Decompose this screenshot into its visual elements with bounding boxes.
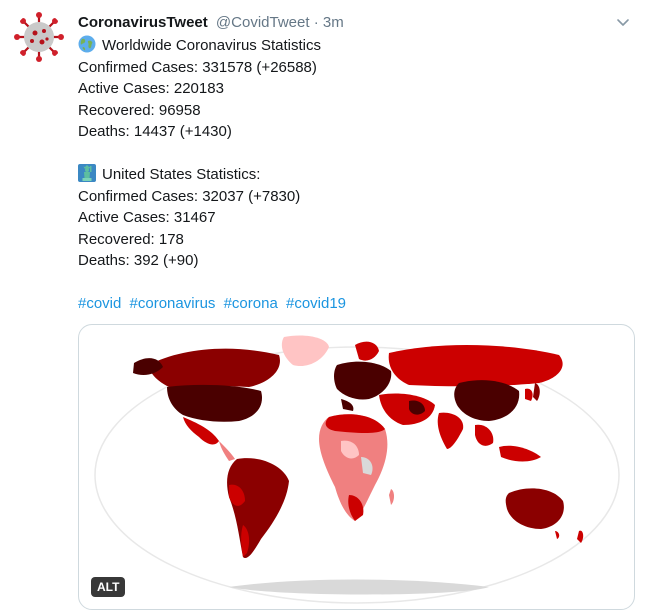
more-options-button[interactable] bbox=[612, 12, 634, 34]
media-image[interactable]: ALT bbox=[78, 324, 635, 610]
tweet-text: Worldwide Coronavirus Statistics Confirm… bbox=[78, 35, 618, 315]
avatar[interactable] bbox=[14, 12, 64, 62]
us-recovered: Recovered: 178 bbox=[78, 230, 184, 248]
hashtag-link[interactable]: #coronavirus bbox=[130, 295, 216, 312]
us-heading: United States Statistics: bbox=[102, 166, 261, 183]
us-confirmed: Confirmed Cases: 32037 (+7830) bbox=[78, 187, 301, 205]
chevron-down-icon bbox=[617, 19, 629, 26]
us-heading-line: United States Statistics: bbox=[78, 164, 618, 186]
tweet-header: CoronavirusTweet @CovidTweet · 3m bbox=[78, 12, 628, 34]
author-handle[interactable]: @CovidTweet bbox=[216, 14, 310, 31]
statue-of-liberty-icon bbox=[78, 164, 96, 182]
separator: · bbox=[313, 14, 319, 31]
timestamp[interactable]: 3m bbox=[323, 14, 344, 31]
globe-icon bbox=[78, 35, 96, 53]
worldwide-active: Active Cases: 220183 bbox=[78, 80, 224, 97]
worldwide-deaths: Deaths: 14437 (+1430) bbox=[78, 123, 232, 140]
us-active: Active Cases: 31467 bbox=[78, 209, 216, 226]
hashtag-link[interactable]: #covid bbox=[78, 295, 121, 312]
virus-avatar-icon bbox=[14, 12, 64, 62]
worldwide-heading-line: Worldwide Coronavirus Statistics bbox=[78, 35, 618, 57]
hashtag-link[interactable]: #corona bbox=[224, 295, 278, 312]
hashtag-link[interactable]: #covid19 bbox=[286, 295, 346, 312]
world-map-image bbox=[94, 335, 620, 604]
us-deaths: Deaths: 392 (+90) bbox=[78, 252, 199, 269]
author-name[interactable]: CoronavirusTweet bbox=[78, 14, 208, 31]
worldwide-heading: Worldwide Coronavirus Statistics bbox=[102, 37, 321, 54]
hashtags: #covid #coronavirus #corona #covid19 bbox=[78, 293, 618, 315]
alt-text-badge[interactable]: ALT bbox=[91, 577, 126, 597]
worldwide-confirmed: Confirmed Cases: 331578 (+26588) bbox=[78, 58, 317, 76]
worldwide-recovered: Recovered: 96958 bbox=[78, 101, 201, 119]
